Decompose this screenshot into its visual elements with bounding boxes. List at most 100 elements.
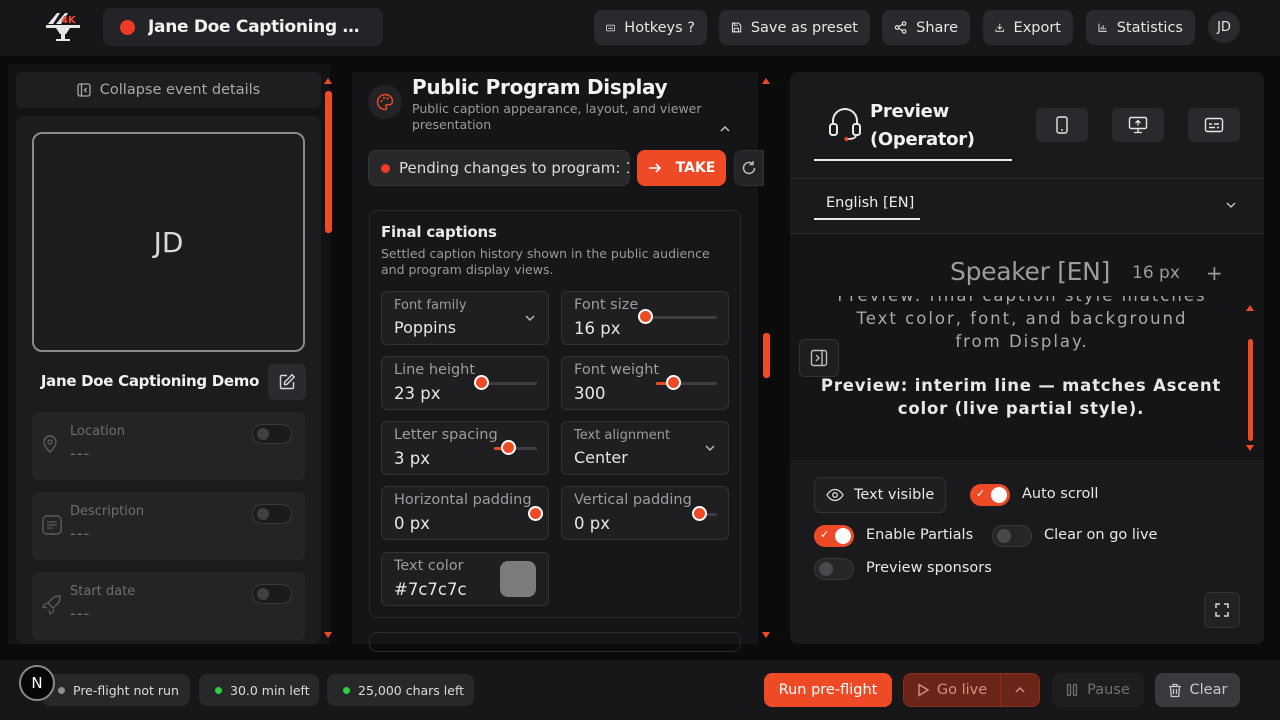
- event-card: JD Jane Doe Captioning Demo Location ---…: [16, 116, 321, 644]
- font-size-slider-thumb[interactable]: [638, 309, 653, 324]
- line-height-slider-thumb[interactable]: [474, 375, 489, 390]
- hotkeys-button[interactable]: Hotkeys ?: [594, 10, 707, 45]
- download-icon: [995, 23, 1005, 32]
- tab-preview-operator[interactable]: Preview (Operator): [814, 92, 1012, 162]
- font-weight-control[interactable]: Font weight 300: [561, 356, 729, 410]
- auto-scroll-toggle[interactable]: [970, 484, 1010, 506]
- start-date-label: Start date: [70, 584, 136, 599]
- text-alignment-value: Center: [574, 448, 628, 467]
- text-visible-button[interactable]: Text visible: [814, 477, 946, 513]
- scroll-down-arrow-icon[interactable]: [324, 632, 332, 638]
- scrollbar-thumb[interactable]: [1248, 339, 1253, 441]
- location-field[interactable]: Location ---: [32, 412, 305, 480]
- status-dot-icon: [215, 686, 222, 694]
- statistics-button[interactable]: Statistics: [1086, 10, 1195, 45]
- live-status-dot-icon: [120, 19, 135, 35]
- text-alignment-select[interactable]: Text alignment Center: [561, 421, 729, 475]
- chevron-down-icon[interactable]: [1224, 198, 1238, 212]
- export-button[interactable]: Export: [983, 10, 1073, 45]
- sidebar-expand-icon: [810, 349, 828, 367]
- font-size-label: Font size: [574, 297, 639, 313]
- increase-size-button[interactable]: +: [1206, 261, 1223, 285]
- display-panel-title: Public Program Display: [412, 75, 668, 99]
- clear-button[interactable]: Clear: [1155, 673, 1240, 707]
- preflight-status-label: Pre-flight not run: [73, 682, 179, 698]
- user-avatar[interactable]: JD: [1208, 11, 1240, 43]
- start-date-visibility-toggle[interactable]: [252, 584, 292, 604]
- toggle-sidebar-button[interactable]: [799, 339, 839, 377]
- scrollbar-thumb[interactable]: [763, 333, 770, 378]
- description-visibility-toggle[interactable]: [252, 504, 292, 524]
- event-title: Jane Doe Captioning Demo: [148, 17, 373, 37]
- active-tab-underline: [814, 159, 1012, 161]
- font-weight-slider-thumb[interactable]: [666, 375, 681, 390]
- share-button[interactable]: Share: [882, 10, 970, 45]
- refresh-icon: [742, 161, 756, 175]
- font-weight-label: Font weight: [574, 362, 660, 378]
- mobile-view-button[interactable]: [1036, 108, 1088, 142]
- preview-scrollbar[interactable]: [1246, 305, 1254, 453]
- font-weight-value: 300: [574, 384, 606, 403]
- vertical-padding-slider-thumb[interactable]: [692, 506, 707, 521]
- run-preflight-button[interactable]: Run pre-flight: [764, 673, 892, 707]
- revert-button[interactable]: [734, 150, 764, 186]
- scroll-up-arrow-icon[interactable]: [762, 78, 770, 84]
- text-color-control[interactable]: Text color #7c7c7c: [381, 552, 549, 606]
- share-icon: [894, 21, 907, 34]
- hotkeys-label: Hotkeys ?: [624, 19, 695, 36]
- go-live-options-button[interactable]: [1001, 673, 1040, 707]
- description-field[interactable]: Description ---: [32, 492, 305, 560]
- chevron-up-icon[interactable]: [718, 122, 732, 136]
- minutes-left-label: 30.0 min left: [230, 682, 310, 698]
- arrow-right-icon: [648, 163, 661, 173]
- trash-icon: [1168, 683, 1181, 697]
- save-preset-label: Save as preset: [750, 19, 858, 36]
- collapse-panel-icon: [77, 83, 91, 97]
- clear-on-go-live-toggle[interactable]: [992, 525, 1032, 547]
- edit-event-button[interactable]: [268, 364, 306, 400]
- pause-button[interactable]: Pause: [1052, 673, 1144, 707]
- horizontal-padding-value: 0 px: [394, 514, 430, 533]
- share-label: Share: [916, 19, 958, 36]
- event-avatar[interactable]: JD: [32, 132, 305, 352]
- event-panel-scrollbar[interactable]: [322, 78, 334, 638]
- start-date-field[interactable]: Start date ---: [32, 572, 305, 640]
- horizontal-padding-slider-thumb[interactable]: [528, 506, 543, 521]
- line-height-value: 23 px: [394, 384, 441, 403]
- horizontal-padding-control[interactable]: Horizontal padding 0 px: [381, 486, 549, 540]
- n-badge[interactable]: N: [19, 665, 55, 701]
- vertical-padding-control[interactable]: Vertical padding 0 px: [561, 486, 729, 540]
- enable-partials-toggle[interactable]: [814, 525, 854, 547]
- scroll-down-arrow-icon[interactable]: [762, 632, 770, 638]
- tab-language-en[interactable]: English [EN]: [814, 192, 920, 220]
- collapse-event-details-button[interactable]: Collapse event details: [16, 72, 321, 108]
- font-family-select[interactable]: Font family Poppins: [381, 291, 549, 345]
- go-live-button[interactable]: Go live: [903, 673, 1001, 707]
- scroll-up-arrow-icon[interactable]: [324, 78, 332, 84]
- next-section-box: [369, 632, 741, 652]
- take-button[interactable]: TAKE: [637, 150, 726, 186]
- scroll-down-arrow-icon[interactable]: [1246, 445, 1254, 451]
- palette-icon: [368, 85, 402, 119]
- preview-sponsors-toggle[interactable]: [814, 558, 854, 580]
- line-height-control[interactable]: Line height 23 px: [381, 356, 549, 410]
- letter-spacing-control[interactable]: Letter spacing 3 px: [381, 421, 549, 475]
- scroll-up-arrow-icon[interactable]: [1246, 305, 1254, 311]
- captions-view-button[interactable]: [1188, 108, 1240, 142]
- chevron-up-icon: [1015, 686, 1025, 693]
- preview-sponsors-label: Preview sponsors: [866, 560, 992, 576]
- display-panel-scrollbar[interactable]: [762, 78, 772, 638]
- text-color-swatch[interactable]: [500, 561, 536, 597]
- chars-left-label: 25,000 chars left: [358, 682, 465, 698]
- display-view-button[interactable]: [1112, 108, 1164, 142]
- app-logo[interactable]: 4K: [44, 10, 82, 42]
- event-title-selector[interactable]: Jane Doe Captioning Demo: [103, 8, 383, 46]
- font-size-control[interactable]: Font size 16 px: [561, 291, 729, 345]
- scrollbar-thumb[interactable]: [325, 91, 332, 233]
- letter-spacing-slider-thumb[interactable]: [501, 440, 516, 455]
- fullscreen-button[interactable]: [1204, 592, 1240, 628]
- location-visibility-toggle[interactable]: [252, 424, 292, 444]
- rocket-icon: [41, 595, 61, 616]
- pending-text: Pending changes to program: 1: [399, 159, 630, 177]
- save-preset-button[interactable]: Save as preset: [719, 10, 870, 45]
